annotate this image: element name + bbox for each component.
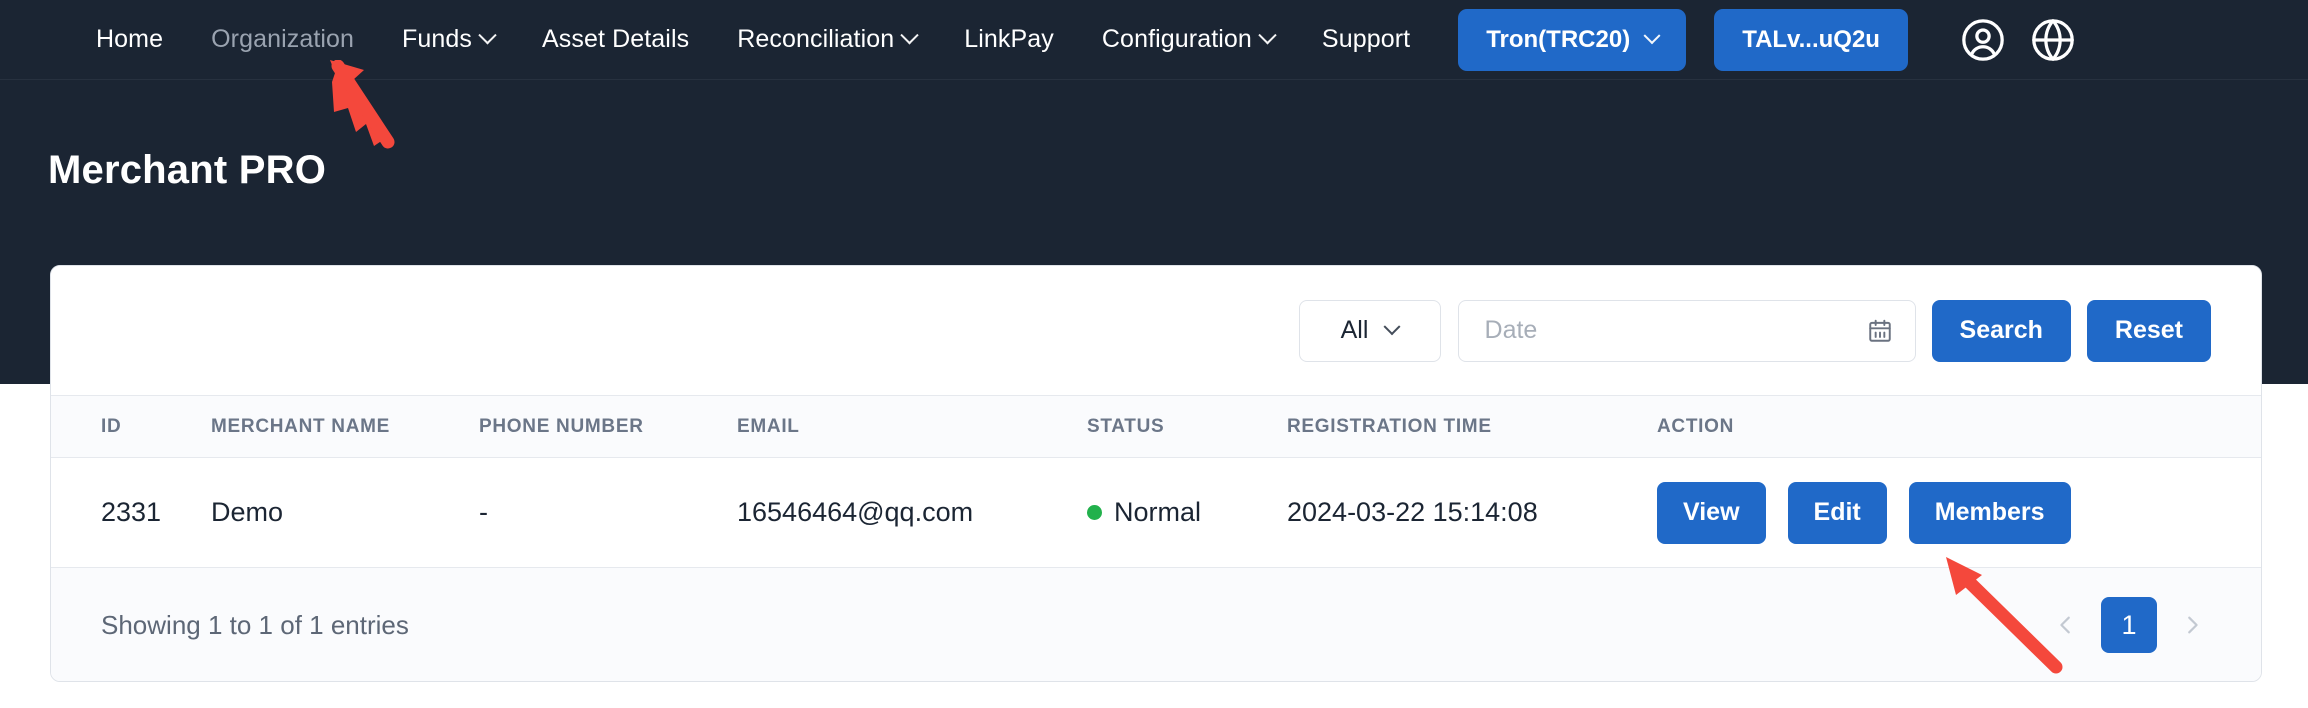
nav-item-home[interactable]: Home xyxy=(96,25,163,54)
column-header-phone-number: PHONE NUMBER xyxy=(479,395,737,458)
status-badge: Normal xyxy=(1114,497,1202,527)
column-header-status: STATUS xyxy=(1087,395,1287,458)
nav-item-label: Configuration xyxy=(1101,25,1252,53)
nav-item-linkpay[interactable]: LinkPay xyxy=(964,25,1054,54)
table-header: ID MERCHANT NAME PHONE NUMBER EMAIL STAT… xyxy=(51,395,2261,458)
wallet-address-button[interactable]: TALv...uQ2u xyxy=(1714,8,1908,71)
network-selector-button[interactable]: Tron(TRC20) xyxy=(1458,8,1687,71)
column-header-registration-time: REGISTRATION TIME xyxy=(1287,395,1657,458)
edit-button[interactable]: Edit xyxy=(1787,481,1887,544)
cell-merchant-name: Demo xyxy=(211,457,479,568)
chevron-left-icon[interactable] xyxy=(2043,602,2089,648)
nav-item-configuration[interactable]: Configuration xyxy=(1101,25,1277,54)
nav-item-funds[interactable]: Funds xyxy=(402,25,497,54)
status-filter-select[interactable]: All xyxy=(1298,299,1441,362)
merchants-table: ID MERCHANT NAME PHONE NUMBER EMAIL STAT… xyxy=(51,395,2261,568)
cell-registration-time: 2024-03-22 15:14:08 xyxy=(1287,457,1657,568)
chevron-down-icon xyxy=(478,26,497,45)
table-footer: Showing 1 to 1 of 1 entries 1 xyxy=(51,568,2261,681)
view-button[interactable]: View xyxy=(1657,481,1766,544)
nav-item-organization[interactable]: Organization xyxy=(211,25,354,54)
table-body: 2331 Demo - 16546464@qq.com Normal 2024-… xyxy=(51,457,2261,568)
globe-icon[interactable] xyxy=(2030,17,2076,63)
nav-item-support[interactable]: Support xyxy=(1322,25,1410,54)
nav-item-reconciliation[interactable]: Reconciliation xyxy=(737,25,919,54)
status-filter-value: All xyxy=(1340,316,1369,344)
cell-email: 16546464@qq.com xyxy=(737,457,1087,568)
nav-item-asset-details[interactable]: Asset Details xyxy=(542,25,689,54)
chevron-down-icon xyxy=(900,26,919,45)
app-root: Home Organization Funds Asset Details Re… xyxy=(0,0,2308,708)
user-circle-icon[interactable] xyxy=(1960,17,2006,63)
chevron-down-icon xyxy=(1643,26,1661,44)
network-selector-label: Tron(TRC20) xyxy=(1486,25,1631,53)
nav-item-label: Home xyxy=(96,25,164,53)
nav-item-label: Funds xyxy=(402,25,473,53)
cell-status: Normal xyxy=(1087,457,1287,568)
date-filter-placeholder: Date xyxy=(1484,316,1538,344)
column-header-action: ACTION xyxy=(1657,395,2261,458)
filter-toolbar: All Date Search Reset xyxy=(51,266,2261,395)
nav-item-label: Support xyxy=(1321,25,1411,53)
nav-item-label: LinkPay xyxy=(964,25,1054,53)
merchant-table-card: All Date Search Reset ID MERCHANT NAME P… xyxy=(50,265,2262,682)
calendar-icon xyxy=(1867,318,1893,344)
table-row[interactable]: 2331 Demo - 16546464@qq.com Normal 2024-… xyxy=(51,457,2261,568)
date-filter-input[interactable]: Date xyxy=(1457,299,1916,362)
table-header-row: ID MERCHANT NAME PHONE NUMBER EMAIL STAT… xyxy=(51,395,2261,458)
chevron-down-icon xyxy=(1258,26,1277,45)
cell-phone-number: - xyxy=(479,457,737,568)
top-navbar: Home Organization Funds Asset Details Re… xyxy=(0,0,2308,80)
chevron-right-icon[interactable] xyxy=(2169,602,2215,648)
nav-item-label: Reconciliation xyxy=(737,25,895,53)
nav-item-label: Asset Details xyxy=(542,25,690,53)
search-button[interactable]: Search xyxy=(1931,299,2071,362)
column-header-email: EMAIL xyxy=(737,395,1087,458)
cell-id: 2331 xyxy=(51,457,211,568)
nav-item-label: Organization xyxy=(211,25,355,53)
entries-summary: Showing 1 to 1 of 1 entries xyxy=(101,609,409,640)
status-dot-icon xyxy=(1087,505,1102,520)
column-header-id: ID xyxy=(51,395,211,458)
reset-button[interactable]: Reset xyxy=(2086,299,2211,362)
page-title: Merchant PRO xyxy=(48,148,327,192)
cell-action: View Edit Members xyxy=(1657,457,2261,568)
pagination: 1 xyxy=(2043,597,2215,653)
wallet-address-label: TALv...uQ2u xyxy=(1742,25,1880,53)
column-header-merchant-name: MERCHANT NAME xyxy=(211,395,479,458)
chevron-down-icon xyxy=(1383,317,1401,335)
page-number-1[interactable]: 1 xyxy=(2101,597,2157,653)
members-button[interactable]: Members xyxy=(1908,481,2071,544)
